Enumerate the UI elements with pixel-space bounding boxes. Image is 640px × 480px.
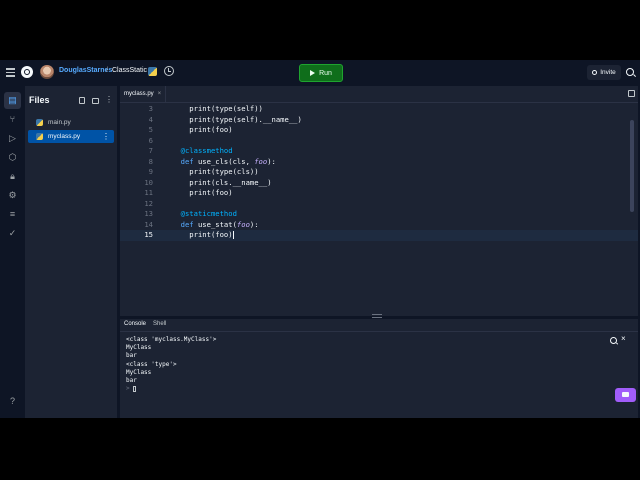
file-item-main[interactable]: main.py [28,116,114,129]
panel-resize-handle[interactable] [372,314,382,318]
tab-console[interactable]: Console [124,321,146,327]
file-name: main.py [48,119,71,126]
search-icon[interactable] [626,68,634,76]
output-line: bar [126,352,137,360]
tab-shell[interactable]: Shell [153,321,166,327]
console-cursor [133,385,137,392]
code-line: 10 print(cls.__name__) [144,177,272,187]
run-button[interactable]: Run [299,64,343,82]
history-icon[interactable] [164,66,174,76]
secrets-icon[interactable]: 🔒︎ [7,171,18,182]
git-icon[interactable]: ⑂ [7,114,18,125]
current-code-line: 15 print(foo) [120,230,638,241]
code-line: 6 [148,135,153,145]
packages-icon[interactable]: ⬡ [7,152,18,163]
new-folder-icon[interactable] [92,98,99,104]
layout-icon[interactable] [628,90,635,97]
console-search-icon[interactable] [610,337,617,344]
run-label: Run [319,69,332,77]
files-panel: Files ⋮ main.py myclass.py ⋮ [25,86,117,418]
chat-icon[interactable] [615,388,636,402]
files-title: Files [29,95,50,105]
code-line: 14 def use_stat(foo): [144,219,259,229]
tool-rail: ▤ ⑂ ▷ ⬡ 🔒︎ ⚙ ≡ ✓ ? [0,86,25,418]
console-output[interactable]: <class 'myclass.MyClass'> MyClass bar <c… [126,336,216,393]
replit-logo-icon[interactable] [21,66,33,78]
database-icon[interactable]: ≡ [7,209,18,220]
repl-name[interactable]: ClassStatic [112,67,147,74]
username-link[interactable]: DouglasStarnes [59,67,112,74]
prompt-symbol: > [126,385,130,393]
replit-workspace: DouglasStarnes / ClassStatic Run Invite … [0,60,640,418]
console-icon[interactable]: ▷ [7,133,18,144]
invite-label: Invite [600,69,616,76]
python-icon[interactable] [148,67,157,76]
file-name: myclass.py [48,133,81,140]
add-person-icon [592,70,598,75]
output-line: <class 'myclass.MyClass'> [126,336,217,343]
code-line: 4 print(type(self).__name__) [148,114,302,124]
editor-tab-bar: myclass.py × [120,86,638,103]
python-file-icon [36,133,43,140]
tab-myclass[interactable]: myclass.py × [120,86,167,102]
invite-button[interactable]: Invite [587,65,621,80]
play-icon [310,70,316,76]
python-file-icon [36,119,43,126]
file-item-myclass[interactable]: myclass.py ⋮ [28,130,114,143]
code-line: 11 print(foo) [144,188,233,197]
output-line: bar [126,376,137,384]
more-options-icon[interactable]: ⋮ [105,95,113,104]
output-line: <class 'type'> [126,360,177,368]
code-line: 5 print(foo) [148,125,233,134]
menu-icon[interactable] [6,68,15,77]
files-icon[interactable]: ▤ [4,92,21,109]
code-line: 12 [144,198,153,208]
output-line: MyClass [126,344,152,352]
avatar[interactable] [40,65,54,79]
top-bar: DouglasStarnes / ClassStatic Run Invite [0,60,640,86]
code-line: 8 def use_cls(cls, foo): [148,156,276,166]
output-line: MyClass [126,368,152,376]
settings-icon[interactable]: ⚙ [7,190,18,201]
editor-scrollbar[interactable] [630,120,634,212]
code-line: 13 @staticmethod [144,209,237,218]
code-editor[interactable]: myclass.py × 3 print(type(self)) 4 print… [120,86,638,316]
help-icon[interactable]: ? [7,396,18,407]
new-file-icon[interactable] [79,97,85,104]
breadcrumb-separator: / [106,67,108,74]
console-prompt[interactable]: > [126,385,216,393]
tab-label: myclass.py [124,91,154,97]
check-icon[interactable]: ✓ [7,228,18,239]
code-area[interactable]: 3 print(type(self)) 4 print(type(self)._… [120,104,638,241]
clear-console-icon[interactable]: × [621,334,626,343]
console-panel: Console Shell × <class 'myclass.MyClass'… [120,319,638,418]
code-line: 7 @classmethod [148,146,233,155]
code-line: 9 print(type(cls)) [148,167,259,176]
code-line: 3 print(type(self)) [148,104,263,113]
file-menu-icon[interactable]: ⋮ [102,132,110,141]
close-tab-icon[interactable]: × [158,91,162,97]
console-tabs: Console Shell [120,319,638,332]
